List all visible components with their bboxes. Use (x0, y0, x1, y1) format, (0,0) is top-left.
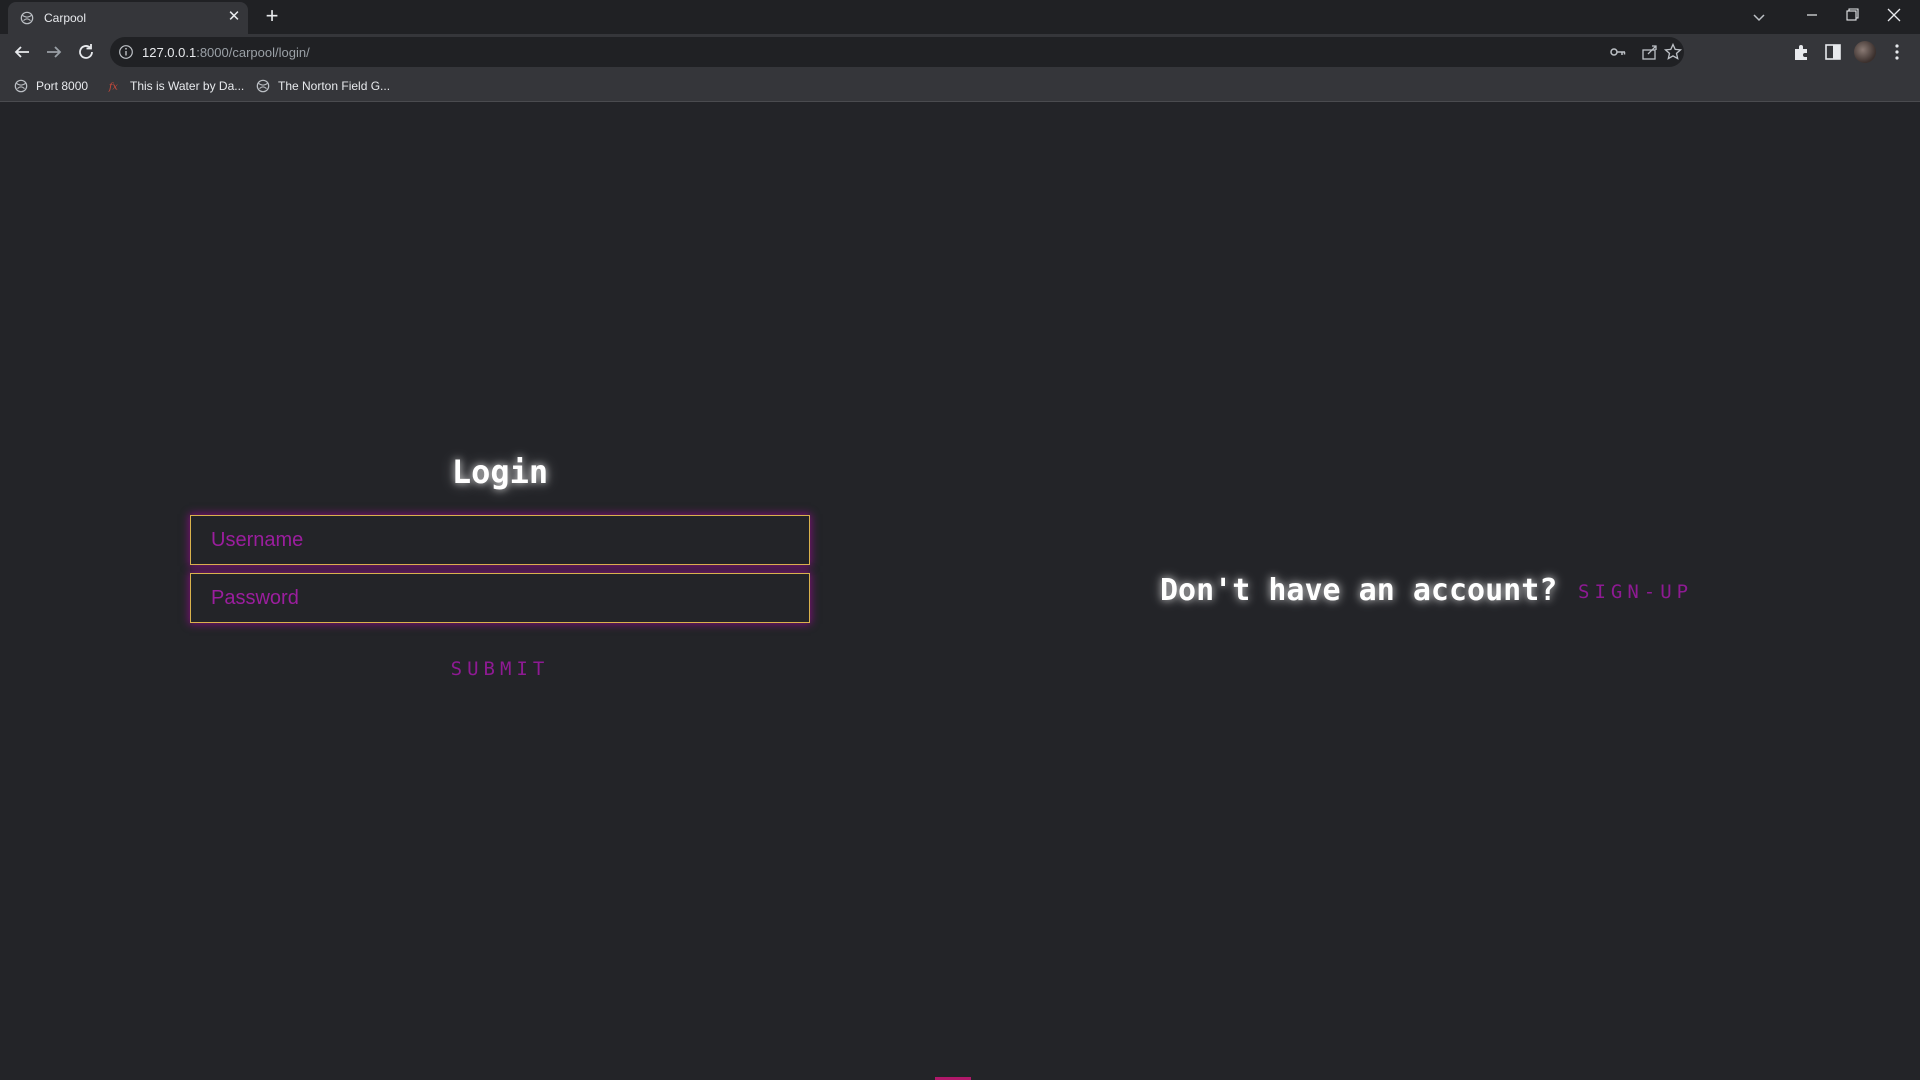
login-title: Login (451, 453, 549, 491)
puzzle-icon[interactable] (1790, 41, 1812, 63)
fx-icon: fx (108, 82, 118, 93)
address-bar[interactable]: 127.0.0.1:8000/carpool/login/ (110, 37, 1684, 67)
restore-icon[interactable] (1836, 3, 1868, 27)
tab-title: Carpool (44, 11, 87, 25)
bookmarks-bar: Port 8000 fx This is Water by Da... The … (0, 70, 1920, 102)
info-icon[interactable] (118, 44, 134, 60)
side-panel-icon[interactable] (1822, 41, 1844, 63)
bookmark-label: This is Water by Da... (130, 79, 245, 93)
forward-arrow-icon[interactable] (42, 40, 66, 64)
window-close-icon[interactable] (1878, 3, 1910, 27)
chevron-down-icon[interactable] (1748, 6, 1770, 28)
tab-close-icon[interactable]: ✕ (226, 9, 242, 25)
bookmark-label: The Norton Field G... (278, 79, 391, 93)
bookmark-this-is-water[interactable]: fx This is Water by Da... (108, 70, 244, 102)
key-icon[interactable] (1608, 42, 1628, 62)
back-arrow-icon[interactable] (10, 40, 34, 64)
browser-toolbar: 127.0.0.1:8000/carpool/login/ (0, 34, 1920, 70)
globe-icon (20, 11, 34, 25)
svg-text:fx: fx (108, 82, 118, 93)
profile-avatar[interactable] (1854, 41, 1876, 63)
no-account-prompt: Don't have an account? (1160, 573, 1558, 608)
url-path: :8000/carpool/login/ (196, 45, 310, 60)
password-input[interactable] (190, 573, 810, 623)
star-icon[interactable] (1663, 42, 1683, 62)
reload-icon[interactable] (74, 40, 98, 64)
bookmark-port-8000[interactable]: Port 8000 (14, 70, 88, 102)
tab-strip: Carpool ✕ + (0, 0, 1920, 34)
url-host: 127.0.0.1 (142, 45, 197, 60)
signup-link[interactable]: SIGN-UP (1578, 581, 1693, 603)
globe-icon (14, 79, 28, 93)
tab-carpool[interactable]: Carpool ✕ (8, 2, 248, 34)
share-icon[interactable] (1640, 42, 1660, 62)
kebab-menu-icon[interactable] (1886, 41, 1908, 63)
minimize-icon[interactable] (1796, 3, 1828, 27)
submit-button[interactable]: SUBMIT (420, 658, 580, 680)
bookmark-label: Port 8000 (36, 79, 89, 93)
bookmark-norton-field-guide[interactable]: The Norton Field G... (256, 70, 390, 102)
page-content: Login SUBMIT Don't have an account? SIGN… (0, 103, 1920, 1080)
globe-icon (256, 79, 270, 93)
url-text[interactable]: 127.0.0.1:8000/carpool/login/ (142, 45, 310, 60)
username-input[interactable] (190, 515, 810, 565)
new-tab-button[interactable]: + (260, 5, 284, 29)
